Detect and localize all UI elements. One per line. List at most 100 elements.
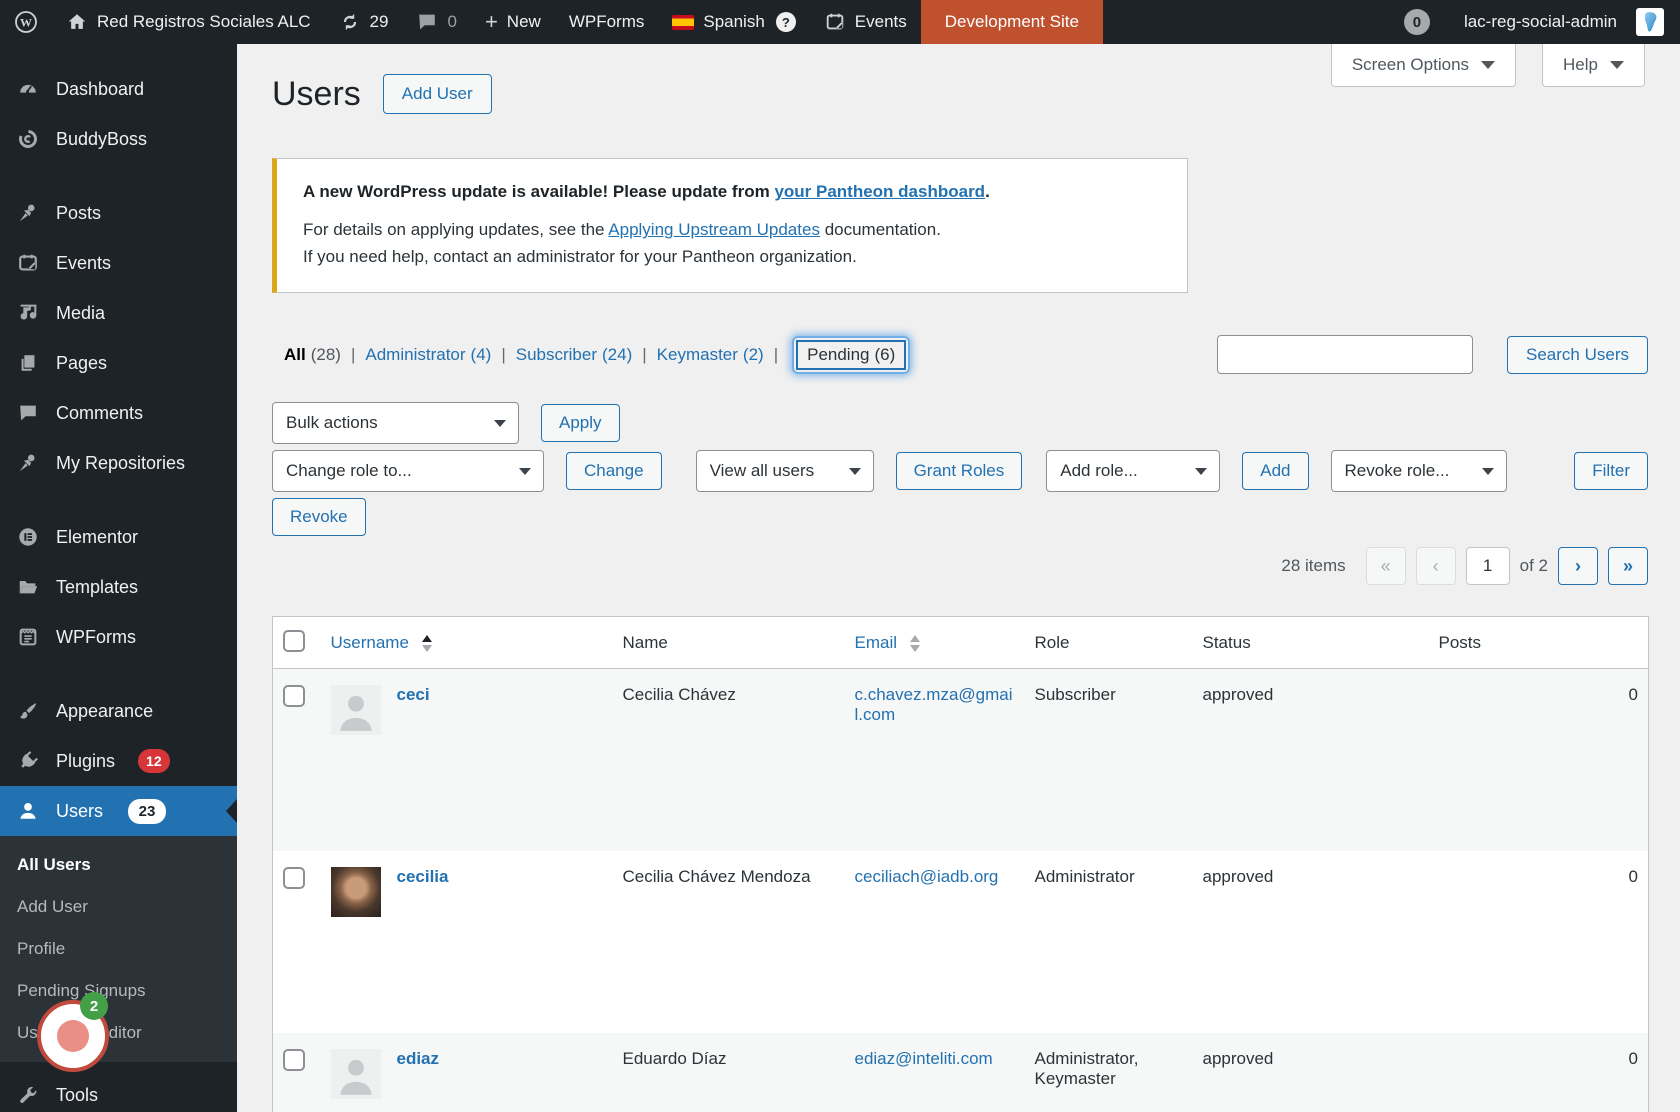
user-email-link[interactable]: ceciliach@iadb.org	[855, 867, 999, 886]
chat-widget-launcher[interactable]: 2	[37, 1000, 109, 1072]
wpforms-menu[interactable]: WPForms	[555, 0, 659, 44]
role-actions-row: Change role to... Change View all users …	[272, 450, 1648, 492]
chevron-down-icon	[849, 468, 861, 475]
sidebar-item-media[interactable]: Media	[0, 288, 237, 338]
user-email-link[interactable]: ediaz@inteliti.com	[855, 1049, 993, 1068]
plugins-update-badge: 12	[138, 749, 170, 773]
sidebar-item-plugins[interactable]: Plugins 12	[0, 736, 237, 786]
wordpress-logo-icon: W	[14, 10, 38, 34]
user-name: Eduardo Díaz	[613, 1033, 845, 1112]
avatar-placeholder	[331, 685, 381, 735]
notification-count-badge[interactable]: 0	[1404, 9, 1430, 35]
submenu-pending-signups[interactable]: Pending Signups	[0, 970, 237, 1012]
search-users-button[interactable]: Search Users	[1507, 336, 1648, 374]
username-link[interactable]: ceci	[397, 685, 430, 704]
revoke-button[interactable]: Revoke	[272, 498, 366, 536]
change-role-select[interactable]: Change role to...	[272, 450, 544, 492]
sidebar-item-elementor[interactable]: Elementor	[0, 512, 237, 562]
admin-menu-bottom: Tools	[0, 1062, 237, 1112]
admin-bar: W Red Registros Sociales ALC 29 0	[0, 0, 1680, 44]
next-page-button[interactable]: ›	[1558, 547, 1598, 585]
submenu-all-users[interactable]: All Users	[0, 844, 237, 886]
users-count-badge: 23	[128, 799, 166, 824]
grant-roles-button[interactable]: Grant Roles	[896, 452, 1023, 490]
filter-pending-link[interactable]: Pending (6)	[796, 340, 906, 370]
sidebar-item-templates[interactable]: Templates	[0, 562, 237, 612]
pantheon-dashboard-link[interactable]: your Pantheon dashboard	[774, 182, 985, 201]
comment-bubble-icon	[17, 402, 39, 424]
column-header-username[interactable]: Username	[321, 617, 613, 669]
username-link[interactable]: ediaz	[397, 1049, 440, 1068]
filter-subscriber-link[interactable]: Subscriber	[516, 345, 597, 365]
sidebar-item-appearance[interactable]: Appearance	[0, 686, 237, 736]
upstream-updates-link[interactable]: Applying Upstream Updates	[608, 220, 820, 239]
add-user-button[interactable]: Add User	[383, 74, 492, 114]
events-menu[interactable]: Events	[810, 0, 921, 44]
chevron-down-icon	[1482, 468, 1494, 475]
filter-all-link[interactable]: All	[284, 345, 306, 365]
updates-indicator[interactable]: 29	[325, 0, 403, 44]
row-checkbox[interactable]	[283, 867, 305, 889]
update-notice: A new WordPress update is available! Ple…	[272, 158, 1188, 293]
sidebar-item-wpforms[interactable]: WPForms	[0, 612, 237, 662]
plus-icon: +	[485, 11, 498, 33]
sidebar-item-events[interactable]: Events	[0, 238, 237, 288]
admin-menu: Dashboard BuddyBoss Posts Events Media	[0, 44, 237, 836]
sidebar-item-users[interactable]: Users 23	[0, 786, 237, 836]
sidebar-item-pages[interactable]: Pages	[0, 338, 237, 388]
revoke-row: Revoke	[272, 498, 1648, 536]
user-name: Cecilia Chávez Mendoza	[613, 851, 845, 1033]
sidebar-item-posts[interactable]: Posts	[0, 188, 237, 238]
table-row: cecilia Cecilia Chávez Mendoza ceciliach…	[273, 851, 1649, 1033]
wordpress-logo[interactable]: W	[0, 0, 52, 44]
filter-keymaster-link[interactable]: Keymaster	[657, 345, 738, 365]
bulk-actions-select[interactable]: Bulk actions	[272, 402, 519, 444]
submenu-user-role-editor[interactable]: User Role Editor	[0, 1012, 237, 1054]
chevron-down-icon	[1481, 61, 1495, 69]
screen-options-button[interactable]: Screen Options	[1331, 44, 1516, 87]
submenu-profile[interactable]: Profile	[0, 928, 237, 970]
change-button[interactable]: Change	[566, 452, 662, 490]
current-page-input[interactable]	[1466, 547, 1510, 585]
menu-separator	[0, 488, 237, 512]
view-users-select[interactable]: View all users	[696, 450, 874, 492]
filter-button[interactable]: Filter	[1574, 452, 1648, 490]
search-users-input[interactable]	[1217, 335, 1473, 374]
row-checkbox[interactable]	[283, 1049, 305, 1071]
sidebar-item-my-repositories[interactable]: My Repositories	[0, 438, 237, 488]
column-header-email[interactable]: Email	[845, 617, 1025, 669]
revoke-role-select[interactable]: Revoke role...	[1331, 450, 1507, 492]
new-content-button[interactable]: + New	[471, 0, 555, 44]
help-button[interactable]: Help	[1542, 44, 1645, 87]
comments-count: 0	[447, 12, 456, 32]
last-page-button[interactable]: »	[1608, 547, 1648, 585]
row-checkbox[interactable]	[283, 685, 305, 707]
user-email-link[interactable]: c.chavez.mza@gmail.com	[855, 685, 1013, 724]
username-link[interactable]: cecilia	[397, 867, 449, 886]
user-role: Subscriber	[1025, 669, 1193, 851]
pin-icon	[17, 452, 39, 474]
apply-button[interactable]: Apply	[541, 404, 620, 442]
sidebar-item-comments[interactable]: Comments	[0, 388, 237, 438]
events-label: Events	[855, 12, 907, 32]
select-all-checkbox[interactable]	[283, 630, 305, 652]
plugin-icon	[17, 750, 39, 772]
sidebar-item-tools[interactable]: Tools	[0, 1070, 237, 1112]
sidebar-item-buddyboss[interactable]: BuddyBoss	[0, 114, 237, 164]
site-name-link[interactable]: Red Registros Sociales ALC	[52, 0, 325, 44]
chevron-down-icon	[1195, 468, 1207, 475]
avatar-photo	[331, 867, 381, 917]
add-role-select[interactable]: Add role...	[1046, 450, 1220, 492]
comments-indicator[interactable]: 0	[402, 0, 470, 44]
user-posts-count: 0	[1429, 669, 1649, 851]
column-header-status: Status	[1193, 617, 1429, 669]
filter-administrator-link[interactable]: Administrator	[365, 345, 465, 365]
language-switcher[interactable]: Spanish ?	[658, 0, 809, 44]
users-table: Username Name Email Role Status Posts	[272, 616, 1649, 1112]
account-menu[interactable]: lac-reg-social-admin	[1450, 8, 1668, 36]
add-button[interactable]: Add	[1242, 452, 1308, 490]
user-status: approved	[1193, 669, 1429, 851]
submenu-add-user[interactable]: Add User	[0, 886, 237, 928]
environment-badge[interactable]: Development Site	[921, 0, 1103, 44]
sidebar-item-dashboard[interactable]: Dashboard	[0, 64, 237, 114]
